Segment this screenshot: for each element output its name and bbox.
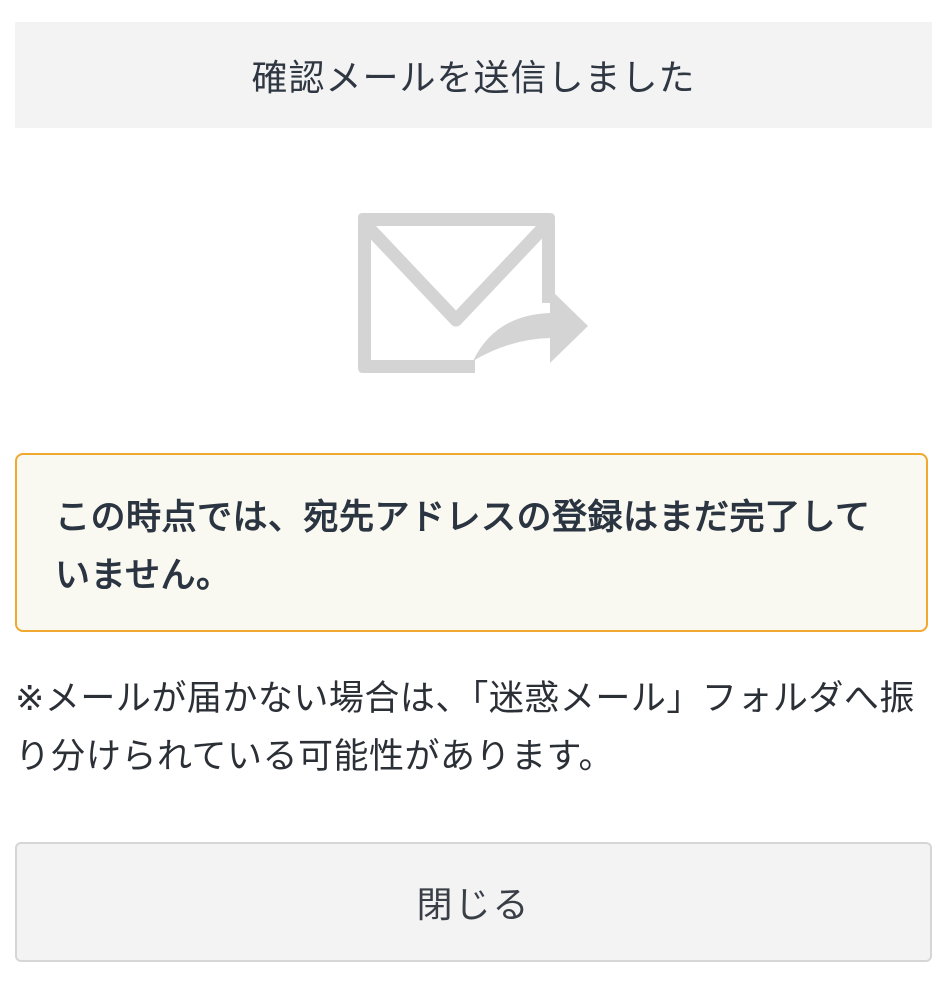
dialog-header: 確認メールを送信しました [15, 22, 932, 128]
close-button[interactable]: 閉じる [15, 842, 932, 962]
close-button-label: 閉じる [416, 885, 531, 926]
warning-notice-text: この時点では、宛先アドレスの登録はまだ完了していません。 [55, 498, 871, 596]
mail-send-icon [350, 205, 600, 385]
warning-notice: この時点では、宛先アドレスの登録はまだ完了していません。 [15, 453, 928, 632]
dialog-title: 確認メールを送信しました [251, 58, 696, 99]
spam-folder-note: ※メールが届かない場合は、「迷惑メール」フォルダへ振り分けられている可能性があり… [15, 679, 915, 777]
